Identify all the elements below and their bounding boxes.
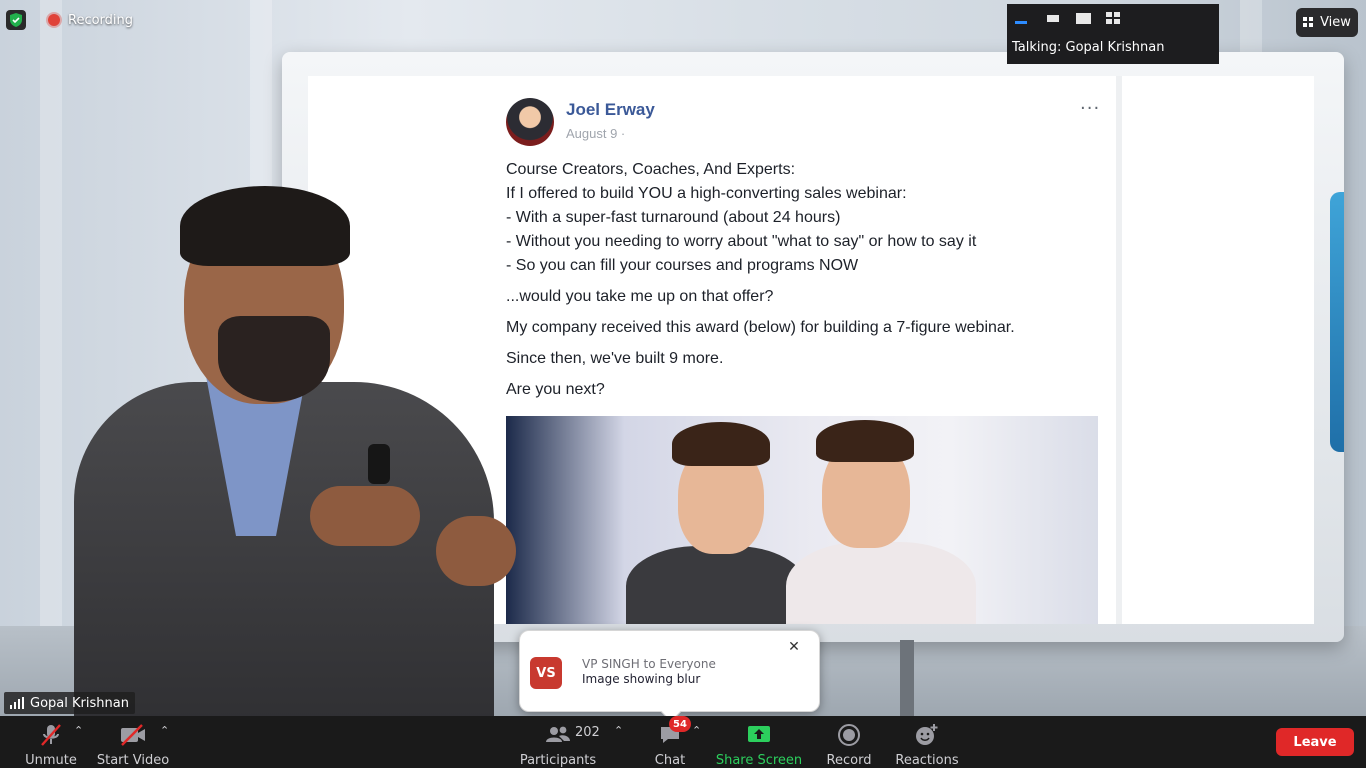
- participants-options-chevron-icon[interactable]: ⌃: [614, 724, 623, 737]
- signal-icon: [10, 697, 24, 709]
- record-label: Record: [826, 753, 872, 768]
- video-muted-icon: [119, 723, 147, 747]
- unmute-label: Unmute: [25, 753, 77, 768]
- chat-notification[interactable]: VS VP SINGH to Everyone Image showing bl…: [519, 630, 820, 722]
- reactions-label: Reactions: [895, 753, 959, 768]
- post-line: - So you can fill your courses and progr…: [506, 257, 859, 274]
- reactions-button[interactable]: Reactions: [895, 716, 959, 768]
- meeting-toolbar: Unmute ⌃ Start Video ⌃ 202 Participants …: [0, 716, 1366, 768]
- wall-stripe: [40, 0, 62, 716]
- post-more-icon: ···: [1080, 98, 1101, 119]
- post-body: Course Creators, Coaches, And Experts: I…: [506, 158, 1116, 409]
- active-speaker-panel: Talking: Gopal Krishnan: [1007, 4, 1219, 64]
- post-date: August 9 ·: [566, 126, 626, 141]
- unmute-button[interactable]: Unmute: [24, 716, 78, 768]
- presentation-clicker: [368, 444, 390, 484]
- share-screen-button[interactable]: Share Screen: [716, 716, 802, 768]
- share-screen-label: Share Screen: [715, 753, 803, 768]
- presenter-video: [60, 186, 530, 716]
- display-stand: [900, 640, 914, 716]
- encryption-shield-icon[interactable]: [6, 10, 26, 30]
- post-author-avatar: [506, 98, 554, 146]
- gallery-view-icon: [1303, 17, 1314, 27]
- post-author: Joel Erway: [566, 100, 655, 119]
- screen-accent: [1330, 192, 1344, 452]
- record-dot-icon: [48, 14, 60, 26]
- post-intro: Course Creators, Coaches, And Experts:: [506, 161, 796, 178]
- record-icon: [837, 723, 861, 747]
- post-scroll-edge: [1116, 76, 1122, 624]
- post-line: - Without you needing to worry about "wh…: [506, 233, 977, 250]
- share-screen-icon: [746, 723, 772, 747]
- recording-label: Recording: [68, 12, 134, 28]
- post-cta: Are you next?: [506, 381, 605, 398]
- chat-options-chevron-icon[interactable]: ⌃: [692, 724, 701, 737]
- participant-name-tag: Gopal Krishnan: [4, 692, 135, 714]
- participants-label: Participants: [519, 753, 597, 768]
- chat-label: Chat: [654, 753, 686, 768]
- single-video-icon[interactable]: [1045, 12, 1061, 24]
- talking-indicator: Talking: Gopal Krishnan: [1012, 40, 1165, 55]
- chat-icon: 54: [658, 716, 691, 747]
- post-question: ...would you take me up on that offer?: [506, 288, 774, 305]
- audio-options-chevron-icon[interactable]: ⌃: [74, 724, 83, 737]
- post-line: - With a super-fast turnaround (about 24…: [506, 209, 841, 226]
- minimize-layout-icon[interactable]: [1015, 12, 1031, 24]
- view-button[interactable]: View: [1296, 8, 1358, 37]
- chat-button[interactable]: 54 Chat: [652, 716, 691, 768]
- participants-count: 202: [575, 725, 600, 740]
- post-since: Since then, we've built 9 more.: [506, 350, 724, 367]
- participants-icon: 202: [545, 723, 600, 747]
- record-button[interactable]: Record: [824, 716, 874, 768]
- sender-avatar: VS: [530, 657, 562, 689]
- close-icon[interactable]: ✕: [786, 639, 802, 655]
- reactions-icon: [914, 723, 940, 747]
- post-line: If I offered to build YOU a high-convert…: [506, 185, 907, 202]
- video-layout-icons: [1015, 12, 1121, 24]
- speaker-view-icon[interactable]: [1075, 12, 1091, 24]
- recording-indicator[interactable]: Recording: [40, 8, 141, 32]
- chat-sender: VP SINGH to Everyone: [582, 657, 716, 671]
- chat-message: Image showing blur: [582, 672, 701, 686]
- post-award: My company received this award (below) f…: [506, 319, 1015, 336]
- participant-name: Gopal Krishnan: [30, 695, 129, 711]
- start-video-button[interactable]: Start Video: [96, 716, 170, 768]
- video-options-chevron-icon[interactable]: ⌃: [160, 724, 169, 737]
- view-button-label: View: [1320, 15, 1351, 30]
- start-video-label: Start Video: [96, 753, 170, 768]
- leave-button[interactable]: Leave: [1276, 728, 1354, 756]
- participants-button[interactable]: 202 Participants: [519, 716, 600, 768]
- video-stage: Joel Erway August 9 · ··· Course Creator…: [0, 0, 1366, 716]
- chat-unread-badge: 54: [669, 716, 691, 732]
- gallery-view-icon[interactable]: [1105, 12, 1121, 24]
- microphone-muted-icon: [39, 723, 63, 747]
- post-image: [506, 416, 1098, 624]
